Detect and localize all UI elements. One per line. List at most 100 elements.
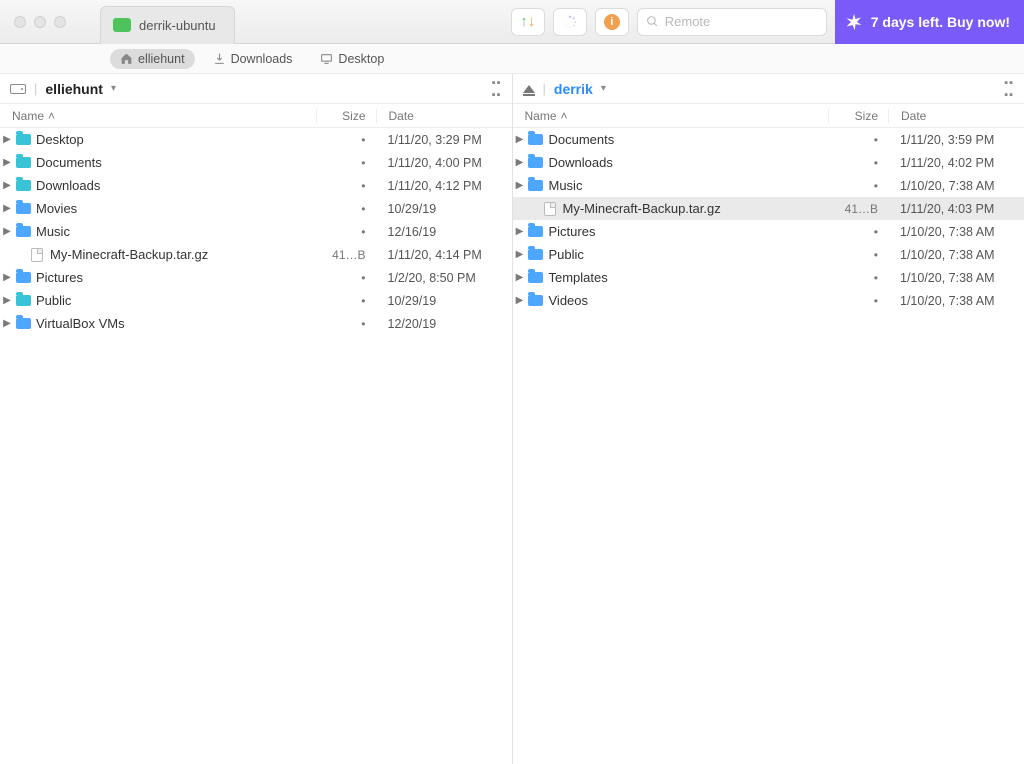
connection-tab-label: derrik-ubuntu [139,18,216,33]
file-date: 1/2/20, 8:50 PM [376,271,512,285]
folder-row[interactable]: ▶Downloads•1/11/20, 4:12 PM [0,174,512,197]
folder-row[interactable]: ▶Desktop•1/11/20, 3:29 PM [0,128,512,151]
disclosure-triangle[interactable]: ▶ [513,295,527,306]
file-size: • [316,202,376,216]
folder-icon [16,295,31,306]
file-size: • [828,156,888,170]
disclosure-triangle[interactable]: ▶ [513,272,527,283]
folder-row[interactable]: ▶Pictures•1/2/20, 8:50 PM [0,266,512,289]
minimize-window-button[interactable] [34,16,46,28]
remote-search[interactable]: Remote [637,8,827,36]
breadcrumb-bar: elliehunt Downloads Desktop [0,44,1024,74]
disclosure-triangle[interactable]: ▶ [513,157,527,168]
column-name[interactable]: Name ˄ [0,109,316,123]
disclosure-triangle[interactable]: ▶ [0,157,14,168]
file-name: Documents [32,155,316,170]
file-date: 1/11/20, 4:02 PM [888,156,1024,170]
file-size: 41…B [828,202,888,216]
file-name: Movies [32,201,316,216]
folder-icon [528,272,543,283]
folder-icon [528,134,543,145]
disclosure-triangle[interactable]: ▶ [513,134,527,145]
column-date[interactable]: Date [888,109,1024,123]
breadcrumb-item[interactable]: Desktop [310,49,394,69]
file-name: VirtualBox VMs [32,316,316,331]
folder-row[interactable]: ▶Pictures•1/10/20, 7:38 AM [513,220,1024,243]
disclosure-triangle[interactable]: ▶ [0,226,14,237]
breadcrumb-item[interactable]: Downloads [203,49,303,69]
column-size[interactable]: Size [828,109,888,123]
connection-icon [113,18,131,32]
breadcrumb-label: elliehunt [138,52,185,66]
remote-location[interactable]: derrik [554,81,593,97]
disclosure-triangle[interactable]: ▶ [0,180,14,191]
file-size: • [316,294,376,308]
local-location[interactable]: elliehunt [45,81,103,97]
connection-tab[interactable]: derrik-ubuntu [100,6,235,44]
disclosure-triangle[interactable]: ▶ [0,295,14,306]
folder-row[interactable]: ▶VirtualBox VMs•12/20/19 [0,312,512,335]
close-window-button[interactable] [14,16,26,28]
folder-row[interactable]: ▶Music•1/10/20, 7:38 AM [513,174,1024,197]
file-name: Public [545,247,829,262]
file-date: 12/20/19 [376,317,512,331]
column-date[interactable]: Date [376,109,512,123]
file-name: Music [32,224,316,239]
burst-icon [845,13,863,31]
disclosure-triangle[interactable]: ▶ [0,203,14,214]
remote-file-list[interactable]: ▶Documents•1/11/20, 3:59 PM▶Downloads•1/… [513,128,1024,764]
view-toggle[interactable]: ▪▪▪▪ [492,77,502,101]
file-size: • [316,133,376,147]
local-pane-header: | elliehunt ▾ ▪▪▪▪ [0,74,512,104]
sort-asc-icon: ˄ [48,109,55,123]
column-name[interactable]: Name ˄ [513,109,829,123]
file-name: My-Minecraft-Backup.tar.gz [559,201,829,216]
folder-row[interactable]: ▶ Downloads•1/11/20, 4:02 PM [513,151,1024,174]
folder-row[interactable]: ▶Documents•1/11/20, 4:00 PM [0,151,512,174]
file-name: Downloads [545,155,829,170]
disclosure-triangle[interactable]: ▶ [0,318,14,329]
trial-banner[interactable]: 7 days left. Buy now! [835,0,1024,44]
file-size: • [316,225,376,239]
view-toggle[interactable]: ▪▪▪▪ [1004,77,1014,101]
folder-row[interactable]: ▶ Music•12/16/19 [0,220,512,243]
activity-button[interactable] [553,8,587,36]
file-size: • [828,294,888,308]
disclosure-triangle[interactable]: ▶ [513,226,527,237]
file-row[interactable]: My-Minecraft-Backup.tar.gz41…B1/11/20, 4… [0,243,512,266]
folder-row[interactable]: ▶Public•10/29/19 [0,289,512,312]
window-controls [0,16,100,28]
info-button[interactable]: i [595,8,629,36]
local-file-list[interactable]: ▶Desktop•1/11/20, 3:29 PM▶Documents•1/11… [0,128,512,764]
folder-row[interactable]: ▶Documents•1/11/20, 3:59 PM [513,128,1024,151]
file-icon [544,202,556,216]
eject-icon[interactable] [523,85,535,93]
chevron-down-icon[interactable]: ▾ [601,83,606,94]
folder-row[interactable]: ▶Templates•1/10/20, 7:38 AM [513,266,1024,289]
breadcrumb-label: Downloads [231,52,293,66]
local-column-headers: Name ˄ Size Date [0,104,512,128]
zoom-window-button[interactable] [54,16,66,28]
file-date: 1/11/20, 4:12 PM [376,179,512,193]
folder-row[interactable]: ▶Public•1/10/20, 7:38 AM [513,243,1024,266]
disclosure-triangle[interactable]: ▶ [0,272,14,283]
titlebar: derrik-ubuntu ↑↓ i Remote 7 days left. B… [0,0,1024,44]
folder-row[interactable]: ▶Videos•1/10/20, 7:38 AM [513,289,1024,312]
column-size[interactable]: Size [316,109,376,123]
folder-icon [16,272,31,283]
search-icon [646,15,659,28]
folder-icon [16,157,31,168]
disclosure-triangle[interactable]: ▶ [0,134,14,145]
file-date: 12/16/19 [376,225,512,239]
folder-row[interactable]: ▶Movies•10/29/19 [0,197,512,220]
file-row[interactable]: My-Minecraft-Backup.tar.gz41…B1/11/20, 4… [513,197,1024,220]
file-date: 1/11/20, 3:29 PM [376,133,512,147]
folder-icon [16,134,31,145]
disclosure-triangle[interactable]: ▶ [513,180,527,191]
chevron-down-icon[interactable]: ▾ [111,83,116,94]
disclosure-triangle[interactable]: ▶ [513,249,527,260]
file-name: My-Minecraft-Backup.tar.gz [46,247,316,262]
breadcrumb-item[interactable]: elliehunt [110,49,195,69]
sync-button[interactable]: ↑↓ [511,8,545,36]
folder-icon [528,249,543,260]
